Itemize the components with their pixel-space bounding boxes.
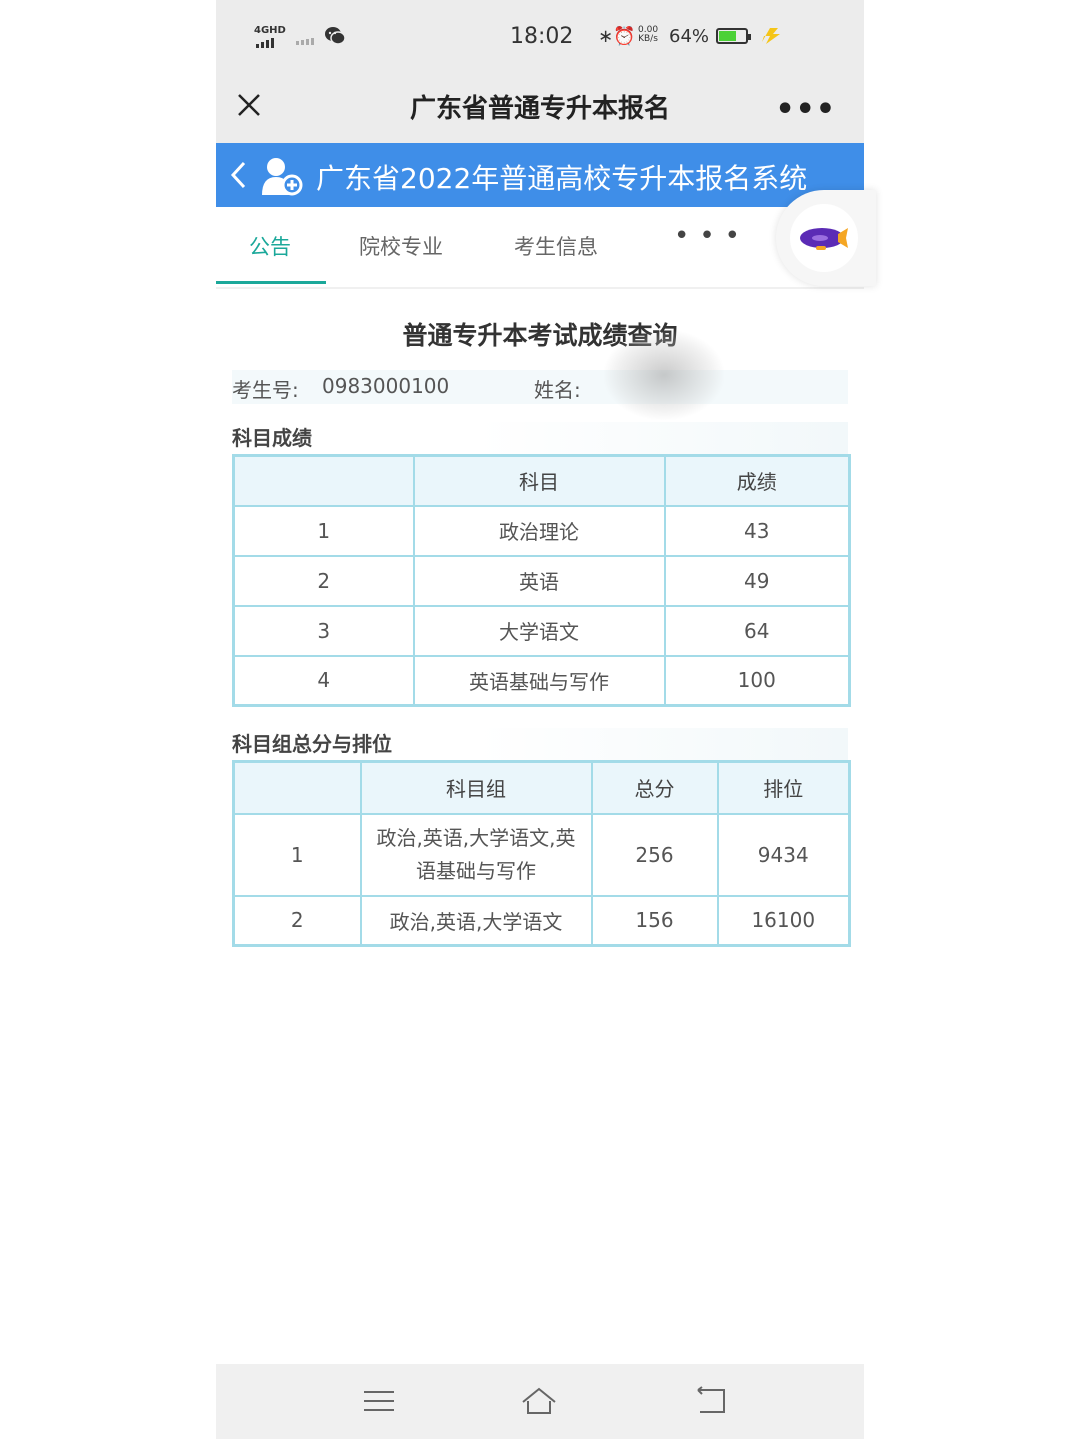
- battery-icon: [716, 28, 751, 44]
- bluetooth-alarm-icons: ∗⏰: [598, 26, 636, 47]
- charging-icon: [762, 28, 780, 44]
- status-bar: 4GHD 18:02 ∗⏰ 0.00 KB/s 64%: [216, 0, 864, 74]
- table-cell: 64: [663, 604, 851, 657]
- system-nav-bar: [216, 1364, 864, 1439]
- tab-bar: 公告 院校专业 考生信息 •••: [216, 207, 864, 289]
- clock: 18:02: [510, 24, 574, 49]
- table-header-row: 科目 成绩: [232, 454, 851, 507]
- home-icon[interactable]: [521, 1384, 557, 1418]
- candidate-no-label: 考生号:: [232, 378, 299, 402]
- phone-screen: 4GHD 18:02 ∗⏰ 0.00 KB/s 64% 广东省普通专升本报名 •…: [216, 0, 876, 1439]
- table-row: 4 英语基础与写作 100: [232, 654, 851, 707]
- table-cell: 1: [232, 812, 362, 897]
- network-speed: 0.00 KB/s: [638, 25, 659, 44]
- table-row: 3 大学语文 64: [232, 604, 851, 657]
- signal-icon: [256, 38, 274, 48]
- candidate-info-row: 考生号: 0983000100 姓名:: [232, 370, 848, 404]
- tab-announcement[interactable]: 公告: [249, 231, 291, 261]
- network-type: 4GHD: [254, 25, 286, 36]
- table-row: 2 英语 49: [232, 554, 851, 607]
- table-row: 1 政治,英语,大学语文,英语基础与写作 256 9434: [232, 812, 851, 897]
- table-cell: 49: [663, 554, 851, 607]
- table-cell: 政治,英语,大学语文: [359, 894, 593, 947]
- redacted-name-blur: [604, 330, 724, 420]
- table-cell: 16100: [716, 894, 851, 947]
- table-cell: 1: [232, 504, 415, 557]
- table-cell: 43: [663, 504, 851, 557]
- signal-secondary-icon: [296, 38, 314, 45]
- subject-scores-table: 科目 成绩 1 政治理论 43 2 英语 49 3 大学语文 64 4 英语基础…: [232, 454, 851, 707]
- user-add-icon: [262, 158, 303, 196]
- name-label: 姓名:: [534, 378, 581, 402]
- table-row: 2 政治,英语,大学语文 156 16100: [232, 894, 851, 947]
- scores-section-label: 科目成绩: [232, 422, 848, 454]
- table-header-cell: [232, 454, 415, 507]
- candidate-no-value: 0983000100: [322, 374, 450, 398]
- table-cell: 156: [590, 894, 719, 947]
- table-header-cell: 科目: [412, 454, 666, 507]
- table-cell: 256: [590, 812, 719, 897]
- totals-section-label: 科目组总分与排位: [232, 728, 848, 760]
- table-cell: 英语: [412, 554, 666, 607]
- back-arrow-icon[interactable]: [228, 159, 248, 191]
- table-header-cell: 成绩: [663, 454, 851, 507]
- app-bar: 广东省2022年普通高校专升本报名系统: [216, 143, 864, 207]
- table-cell: 4: [232, 654, 415, 707]
- page-title: 广东省普通专升本报名: [409, 94, 670, 124]
- battery-percent: 64%: [669, 26, 710, 47]
- more-options-button[interactable]: •••: [775, 92, 836, 127]
- menu-icon[interactable]: [361, 1384, 397, 1418]
- table-header-cell: [232, 760, 362, 815]
- table-cell: 2: [232, 554, 415, 607]
- table-header-cell: 总分: [590, 760, 719, 815]
- back-icon[interactable]: [692, 1384, 728, 1418]
- group-totals-table: 科目组 总分 排位 1 政治,英语,大学语文,英语基础与写作 256 9434 …: [232, 760, 851, 947]
- table-cell: 2: [232, 894, 362, 947]
- tab-schools-majors[interactable]: 院校专业: [359, 231, 443, 261]
- table-cell: 政治,英语,大学语文,英语基础与写作: [359, 812, 593, 897]
- table-row: 1 政治理论 43: [232, 504, 851, 557]
- table-cell: 英语基础与写作: [412, 654, 666, 707]
- table-cell: 政治理论: [412, 504, 666, 557]
- table-cell: 9434: [716, 812, 851, 897]
- app-bar-title: 广东省2022年普通高校专升本报名系统: [316, 162, 808, 195]
- table-cell: 大学语文: [412, 604, 666, 657]
- tab-candidate-info[interactable]: 考生信息: [514, 231, 598, 261]
- content-title: 普通专升本考试成绩查询: [402, 321, 678, 350]
- table-header-cell: 排位: [716, 760, 851, 815]
- table-cell: 3: [232, 604, 415, 657]
- active-tab-indicator: [216, 281, 326, 284]
- floating-assistant-button[interactable]: [776, 190, 876, 286]
- table-header-cell: 科目组: [359, 760, 593, 815]
- table-header-row: 科目组 总分 排位: [232, 760, 851, 815]
- wechat-header: 广东省普通专升本报名 •••: [216, 74, 864, 143]
- blimp-icon: [800, 228, 848, 250]
- wechat-icon: [325, 27, 346, 45]
- tabs-more-button[interactable]: •••: [674, 221, 750, 251]
- table-cell: 100: [663, 654, 851, 707]
